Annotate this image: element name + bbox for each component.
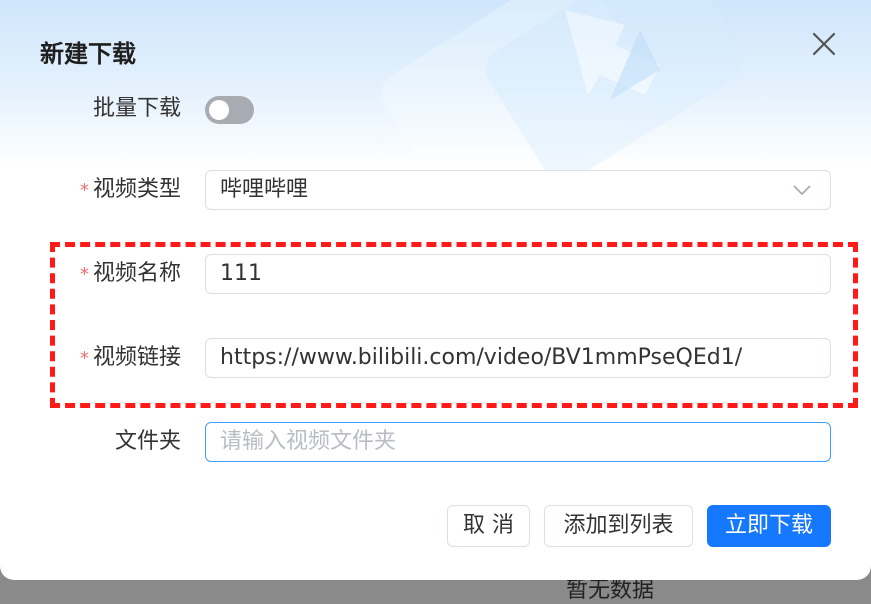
video-type-value: 哔哩哔哩	[220, 177, 309, 202]
folder-label: 文件夹	[114, 429, 181, 454]
batch-download-toggle[interactable]	[205, 96, 254, 124]
video-type-select[interactable]: 哔哩哔哩	[205, 170, 831, 210]
close-icon[interactable]	[808, 28, 840, 60]
folder-row: 文件夹 请输入视频文件夹	[0, 422, 871, 462]
video-name-label: * 视频名称	[80, 254, 181, 294]
video-link-label: * 视频链接	[80, 338, 181, 378]
new-download-dialog: 新建下载 批量下载 *视频类型 哔哩哔哩 *视频名称 111 *视频链接	[0, 0, 871, 580]
batch-download-label: 批量下载	[92, 96, 181, 121]
video-type-label: * 视频类型	[80, 170, 181, 210]
add-to-list-button[interactable]: 添加到列表	[544, 505, 693, 547]
download-now-button[interactable]: 立即下载	[707, 505, 831, 547]
chevron-down-icon	[793, 185, 811, 196]
video-link-row: * 视频链接 https://www.bilibili.com/video/BV1…	[0, 338, 871, 378]
batch-download-row: 批量下载	[0, 89, 871, 129]
folder-input[interactable]: 请输入视频文件夹	[205, 422, 831, 462]
cancel-button[interactable]: 取 消	[447, 505, 530, 547]
toggle-knob	[209, 100, 229, 120]
video-name-value: 111	[220, 261, 262, 286]
video-type-label-text: 视频类型	[92, 177, 181, 202]
video-link-input[interactable]: https://www.bilibili.com/video/BV1mmPseQ…	[205, 338, 831, 378]
dialog-title: 新建下载	[40, 40, 136, 68]
required-mark: *	[79, 264, 89, 285]
video-name-label-text: 视频名称	[92, 261, 181, 286]
folder-placeholder: 请输入视频文件夹	[220, 429, 397, 454]
video-link-value: https://www.bilibili.com/video/BV1mmPseQ…	[220, 345, 743, 370]
video-link-label-text: 视频链接	[92, 345, 181, 370]
required-mark: *	[79, 180, 89, 201]
video-name-input[interactable]: 111	[205, 254, 831, 294]
required-mark: *	[79, 348, 89, 369]
video-name-row: * 视频名称 111	[0, 254, 871, 294]
video-type-row: * 视频类型 哔哩哔哩	[0, 170, 871, 210]
